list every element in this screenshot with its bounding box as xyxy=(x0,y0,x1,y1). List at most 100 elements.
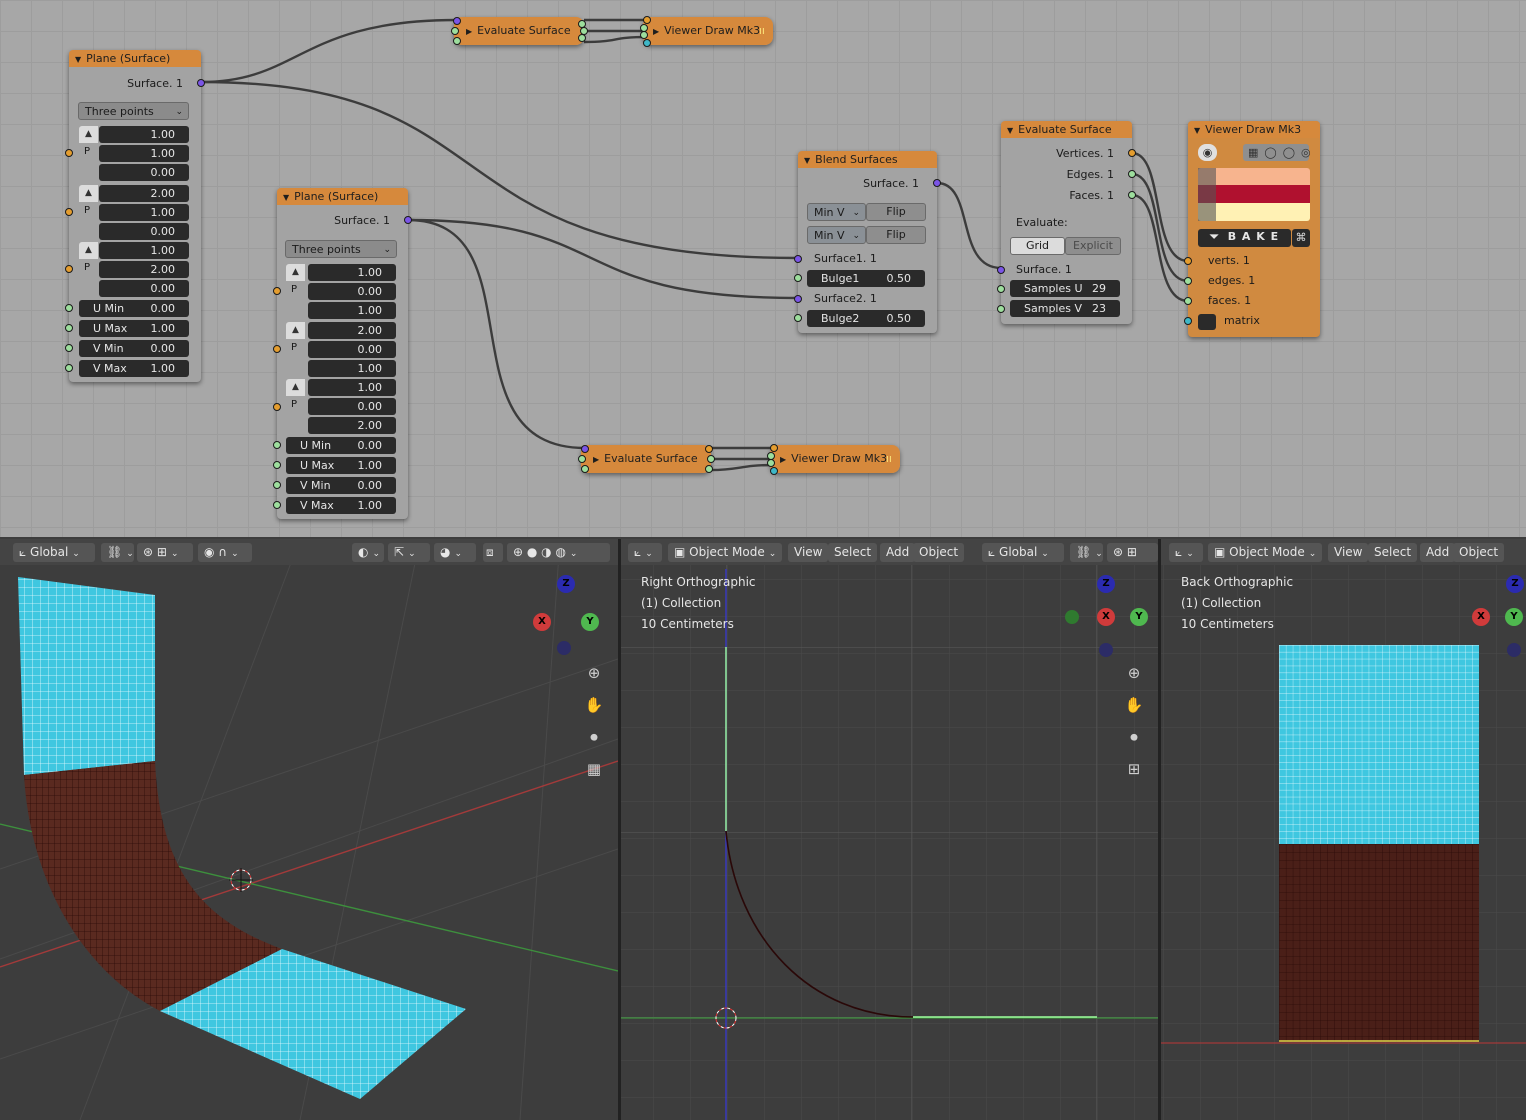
display-mode-icons[interactable]: ▦◯◯◎ xyxy=(1243,144,1311,161)
visibility-dropdown[interactable]: ◐ ⌄ xyxy=(352,543,384,562)
min-v-dropdown-2[interactable]: Min V ⌄ xyxy=(807,226,866,244)
v-min-socket[interactable] xyxy=(65,344,73,352)
samples-v-socket[interactable] xyxy=(997,305,1005,313)
pivot-dropdown[interactable]: ⛓ ⌄ xyxy=(1070,543,1103,562)
output-edges-socket[interactable] xyxy=(1128,170,1136,178)
grid-toggle[interactable]: Grid xyxy=(1010,237,1065,255)
viewport-perspective[interactable]: ⟀ Global ⌄ ⛓ ⌄ ⊛ ⊞ ⌄ ◉ ∩ ⌄ ◐ ⌄ ⇱ ⌄ ◕ ⌄ ⧈ ⊕ ● ◑ … xyxy=(0,539,618,1120)
orientation-dropdown[interactable]: ⟀ Global ⌄ xyxy=(982,543,1064,562)
gizmo-x-icon[interactable]: X xyxy=(533,613,551,631)
min-v-dropdown-1[interactable]: Min V ⌄ xyxy=(807,203,866,221)
evaluate-surface-node-collapsed-top[interactable]: ▶ Evaluate Surface xyxy=(451,17,588,45)
xray-toggle[interactable]: ⧈ xyxy=(483,543,503,562)
bulge2-socket[interactable] xyxy=(794,314,802,322)
output-surface-socket[interactable] xyxy=(197,79,205,87)
gizmo-x-icon[interactable]: X xyxy=(1097,608,1115,626)
u-min-socket[interactable] xyxy=(273,441,281,449)
collapse-arrow-icon[interactable]: ▲ xyxy=(79,126,98,143)
u-min-field[interactable]: U Min 0.00 xyxy=(79,300,189,317)
gizmo-neg-z-icon[interactable] xyxy=(1507,643,1521,657)
camera-icon[interactable]: ⏺ xyxy=(1122,725,1146,749)
settings-icon[interactable]: ⌘ xyxy=(1292,229,1310,247)
u-max-socket[interactable] xyxy=(273,461,281,469)
explicit-toggle[interactable]: Explicit xyxy=(1065,237,1121,255)
element-toggle-icons[interactable] xyxy=(1198,168,1216,221)
menu-add[interactable]: Add xyxy=(880,543,916,562)
mode-dropdown[interactable]: ▣ Object Mode ⌄ xyxy=(1208,543,1322,562)
plane-surface-node-1[interactable]: ▼ Plane (Surface) Surface. 1 Three points… xyxy=(65,50,205,382)
samples-u-field[interactable]: Samples U 29 xyxy=(1010,280,1120,297)
output-surface-socket[interactable] xyxy=(404,216,412,224)
collapse-arrow-icon[interactable]: ▲ xyxy=(79,242,98,259)
shading-modes[interactable]: ⊕ ● ◑ ◍ ⌄ xyxy=(507,543,610,562)
v-min-field[interactable]: V Min 0.00 xyxy=(286,477,396,494)
mode-dropdown[interactable]: ▣ Object Mode ⌄ xyxy=(668,543,782,562)
perspective-grid-icon[interactable]: ▦ xyxy=(582,757,606,781)
viewer-draw-node-collapsed-top[interactable]: ▶ Viewer Draw Mk3 ıı xyxy=(640,16,773,47)
gizmo-neg-z-icon[interactable] xyxy=(557,641,571,655)
mode-dropdown[interactable]: Three points ⌄ xyxy=(285,240,397,258)
input-p1-socket[interactable] xyxy=(65,149,73,157)
input-p3-socket[interactable] xyxy=(65,265,73,273)
input-p2-socket[interactable] xyxy=(65,208,73,216)
ortho-grid-icon[interactable]: ⊞ xyxy=(1122,757,1146,781)
gizmo-y-icon[interactable]: Y xyxy=(581,613,599,631)
menu-select[interactable]: Select xyxy=(828,543,878,562)
u-min-field[interactable]: U Min 0.00 xyxy=(286,437,396,454)
u-min-socket[interactable] xyxy=(65,304,73,312)
pan-hand-icon[interactable]: ✋ xyxy=(1122,693,1146,717)
menu-view[interactable]: View xyxy=(788,543,829,562)
gizmo-neg-z-icon[interactable] xyxy=(1099,643,1113,657)
flip-button-1[interactable]: Flip xyxy=(866,203,926,221)
v-min-field[interactable]: V Min 0.00 xyxy=(79,340,189,357)
input-p2-socket[interactable] xyxy=(273,345,281,353)
input-surface2-socket[interactable] xyxy=(794,295,802,303)
viewer-draw-node[interactable]: ▼ Viewer Draw Mk3 ◉ ▦◯◯◎ ⏷ B A K E ⌘ verts… xyxy=(1184,121,1320,337)
output-surface-socket[interactable] xyxy=(933,179,941,187)
gizmo-z-icon[interactable]: Z xyxy=(557,575,575,593)
zoom-icon[interactable]: ⊕ xyxy=(582,661,606,685)
editor-type-dropdown[interactable]: ⟀ ⌄ xyxy=(628,543,662,562)
gizmo-dropdown[interactable]: ⇱ ⌄ xyxy=(388,543,430,562)
output-vertices-socket[interactable] xyxy=(1128,149,1136,157)
u-max-socket[interactable] xyxy=(65,324,73,332)
v-max-field[interactable]: V Max 1.00 xyxy=(79,360,189,377)
menu-view[interactable]: View xyxy=(1328,543,1369,562)
menu-object[interactable]: Object xyxy=(1453,543,1505,562)
input-surface1-socket[interactable] xyxy=(794,255,802,263)
v-max-socket[interactable] xyxy=(65,364,73,372)
evaluate-surface-node-collapsed-bottom[interactable]: ▶ Evaluate Surface xyxy=(578,445,715,473)
viewer-draw-node-collapsed-bottom[interactable]: ▶ Viewer Draw Mk3 ıı xyxy=(767,444,900,475)
u-max-field[interactable]: U Max 1.00 xyxy=(286,457,396,474)
pivot-dropdown[interactable]: ⛓ ⌄ xyxy=(101,543,134,562)
menu-select[interactable]: Select xyxy=(1368,543,1418,562)
overlay-dropdown[interactable]: ◕ ⌄ xyxy=(434,543,476,562)
collapse-arrow-icon[interactable]: ▲ xyxy=(79,185,98,202)
gizmo-neg-y-icon[interactable] xyxy=(1065,610,1079,624)
menu-add[interactable]: Add xyxy=(1420,543,1456,562)
v-min-socket[interactable] xyxy=(273,481,281,489)
input-edges-socket[interactable] xyxy=(1184,277,1192,285)
viewport-right-ortho[interactable]: ⟀ ⌄ ▣ Object Mode ⌄ View Select Add Object… xyxy=(621,539,1158,1120)
input-matrix-socket[interactable] xyxy=(1184,317,1192,325)
orientation-dropdown[interactable]: ⟀ Global ⌄ xyxy=(13,543,95,562)
input-faces-socket[interactable] xyxy=(1184,297,1192,305)
mode-dropdown[interactable]: Three points ⌄ xyxy=(78,102,189,120)
samples-u-socket[interactable] xyxy=(997,285,1005,293)
gizmo-z-icon[interactable]: Z xyxy=(1506,575,1524,593)
evaluate-surface-node[interactable]: ▼ Evaluate Surface Vertices. 1 Edges. 1 F… xyxy=(997,121,1136,324)
gizmo-y-icon[interactable]: Y xyxy=(1505,608,1523,626)
editor-type-dropdown[interactable]: ⟀ ⌄ xyxy=(1169,543,1203,562)
node-editor[interactable]: ▼ Plane (Surface) Surface. 1 Three points… xyxy=(0,0,1526,537)
input-surface-socket[interactable] xyxy=(997,266,1005,274)
pan-hand-icon[interactable]: ✋ xyxy=(582,693,606,717)
bulge1-field[interactable]: Bulge1 0.50 xyxy=(807,270,925,287)
eye-icon[interactable]: ◉ xyxy=(1198,144,1217,161)
snap-toggle[interactable]: ⊛ ⊞ ⌄ xyxy=(137,543,193,562)
zoom-icon[interactable]: ⊕ xyxy=(1122,661,1146,685)
samples-v-field[interactable]: Samples V 23 xyxy=(1010,300,1120,317)
gizmo-y-icon[interactable]: Y xyxy=(1130,608,1148,626)
collapse-arrow-icon[interactable]: ▲ xyxy=(286,322,305,339)
u-max-field[interactable]: U Max 1.00 xyxy=(79,320,189,337)
plane-surface-node-2[interactable]: ▼ Plane (Surface) Surface. 1 Three points… xyxy=(273,188,412,519)
